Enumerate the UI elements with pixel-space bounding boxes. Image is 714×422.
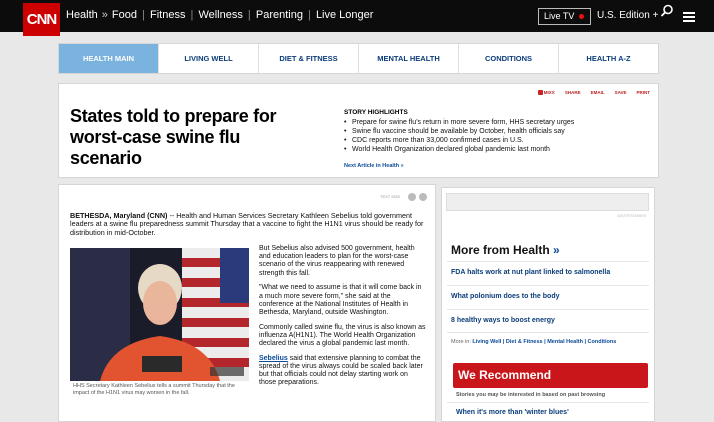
more-from-health-title[interactable]: More from Health » bbox=[451, 243, 560, 257]
page-title: States told to prepare for worst-case sw… bbox=[70, 106, 277, 168]
cnn-logo[interactable]: CNN bbox=[23, 3, 60, 36]
more-title-text: More from Health bbox=[451, 243, 550, 257]
sebelius-photo-image bbox=[70, 248, 249, 381]
more-item-link[interactable]: What polonium does to the body bbox=[451, 293, 560, 300]
share-tools: MIXX SHARE EMAIL SAVE PRINT bbox=[537, 90, 651, 96]
more-in-links: More in: Living Well | Diet & Fitness | … bbox=[451, 339, 616, 345]
mixx-icon bbox=[537, 90, 543, 96]
text-larger-button[interactable] bbox=[419, 193, 427, 201]
nav-divider: | bbox=[187, 9, 197, 21]
article-body: TEXT SIZE BETHESDA, Maryland (CNN) -- He… bbox=[58, 184, 436, 422]
breadcrumb-separator: » bbox=[101, 9, 108, 21]
more-item-link[interactable]: FDA halts work at nut plant linked to sa… bbox=[451, 269, 610, 276]
next-article-link[interactable]: Next Article in Health » bbox=[344, 163, 404, 169]
tab-mental-health[interactable]: MENTAL HEALTH bbox=[359, 44, 459, 73]
nav-item-food[interactable]: Food bbox=[112, 9, 137, 21]
live-tv-button[interactable]: Live TV bbox=[538, 8, 591, 25]
nav-divider: | bbox=[304, 9, 314, 21]
article-paragraph: But Sebelius also advised 500 government… bbox=[259, 245, 415, 277]
tool-share[interactable]: SHARE bbox=[565, 90, 581, 95]
divider bbox=[447, 309, 649, 310]
tool-save[interactable]: SAVE bbox=[615, 90, 627, 95]
recommend-item-link[interactable]: When it's more than 'winter blues' bbox=[456, 409, 569, 416]
tool-print[interactable]: PRINT bbox=[637, 90, 651, 95]
nav-divider: | bbox=[139, 9, 148, 21]
more-in-categories[interactable]: Living Well | Diet & Fitness | Mental He… bbox=[472, 339, 616, 345]
text-size-label: TEXT SIZE bbox=[380, 194, 401, 199]
top-nav: Health» Food | Fitness | Wellness | Paren… bbox=[66, 9, 373, 21]
highlight-item: World Health Organization declared globa… bbox=[344, 145, 644, 154]
highlight-item: Swine flu vaccine should be available by… bbox=[344, 127, 644, 136]
article-photo bbox=[70, 248, 249, 381]
sebelius-link[interactable]: Sebelius bbox=[259, 355, 288, 362]
recommend-subtitle: Stories you may be interested in based o… bbox=[456, 392, 606, 398]
article-lead: BETHESDA, Maryland (CNN) -- Health and H… bbox=[70, 211, 425, 237]
more-in-label: More in: bbox=[451, 339, 471, 345]
divider bbox=[447, 285, 649, 286]
we-recommend-header: We Recommend bbox=[453, 363, 648, 388]
text-smaller-button[interactable] bbox=[408, 193, 416, 201]
ad-slot[interactable] bbox=[446, 193, 649, 211]
article-paragraph: "What we need to assume is that it will … bbox=[259, 284, 422, 316]
edition-selector[interactable]: U.S. Edition + bbox=[597, 10, 658, 21]
headline-card: States told to prepare for worst-case sw… bbox=[58, 83, 659, 178]
tab-diet-fitness[interactable]: DIET & FITNESS bbox=[259, 44, 359, 73]
nav-item-fitness[interactable]: Fitness bbox=[150, 9, 185, 21]
more-item-link[interactable]: 8 healthy ways to boost energy bbox=[451, 317, 555, 324]
tab-health-main[interactable]: HEALTH MAIN bbox=[59, 44, 159, 73]
divider bbox=[447, 261, 649, 262]
tab-conditions[interactable]: CONDITIONS bbox=[459, 44, 559, 73]
nav-item-wellness[interactable]: Wellness bbox=[198, 9, 242, 21]
divider bbox=[447, 402, 649, 403]
top-bar: CNN Health» Food | Fitness | Wellness | P… bbox=[0, 0, 714, 36]
tool-email[interactable]: EMAIL bbox=[591, 90, 605, 95]
live-tv-label: Live TV bbox=[544, 11, 575, 21]
tool-mixx[interactable]: MIXX bbox=[537, 90, 555, 96]
highlight-item: CDC reports more than 33,000 confirmed c… bbox=[344, 136, 644, 145]
nav-item-parenting[interactable]: Parenting bbox=[256, 9, 303, 21]
photo-caption: HHS Secretary Kathleen Sebelius tells a … bbox=[73, 383, 235, 396]
divider bbox=[447, 332, 649, 333]
nav-section-health[interactable]: Health bbox=[66, 9, 98, 21]
article-paragraph: Sebelius said that extensive planning to… bbox=[259, 355, 426, 388]
section-tabs: HEALTH MAIN LIVING WELL DIET & FITNESS M… bbox=[58, 43, 659, 74]
ad-label: ADVERTISEMENT bbox=[617, 214, 647, 218]
nav-divider: | bbox=[244, 9, 254, 21]
more-arrow: » bbox=[553, 243, 560, 257]
article-column: But Sebelius also advised 500 government… bbox=[259, 245, 426, 394]
tab-living-well[interactable]: LIVING WELL bbox=[159, 44, 259, 73]
sidebar: ADVERTISEMENT More from Health » FDA hal… bbox=[441, 187, 655, 422]
search-icon[interactable] bbox=[660, 4, 674, 18]
story-highlights-title: STORY HIGHLIGHTS bbox=[344, 109, 408, 116]
tab-health-a-z[interactable]: HEALTH A-Z bbox=[559, 44, 658, 73]
live-dot-icon bbox=[579, 14, 585, 20]
nav-item-live-longer[interactable]: Live Longer bbox=[316, 9, 374, 21]
article-paragraph: Commonly called swine flu, the virus is … bbox=[259, 323, 426, 348]
highlight-item: Prepare for swine flu's return in more s… bbox=[344, 118, 644, 127]
hamburger-menu-icon[interactable] bbox=[683, 12, 695, 22]
story-highlights-list: Prepare for swine flu's return in more s… bbox=[344, 118, 644, 154]
